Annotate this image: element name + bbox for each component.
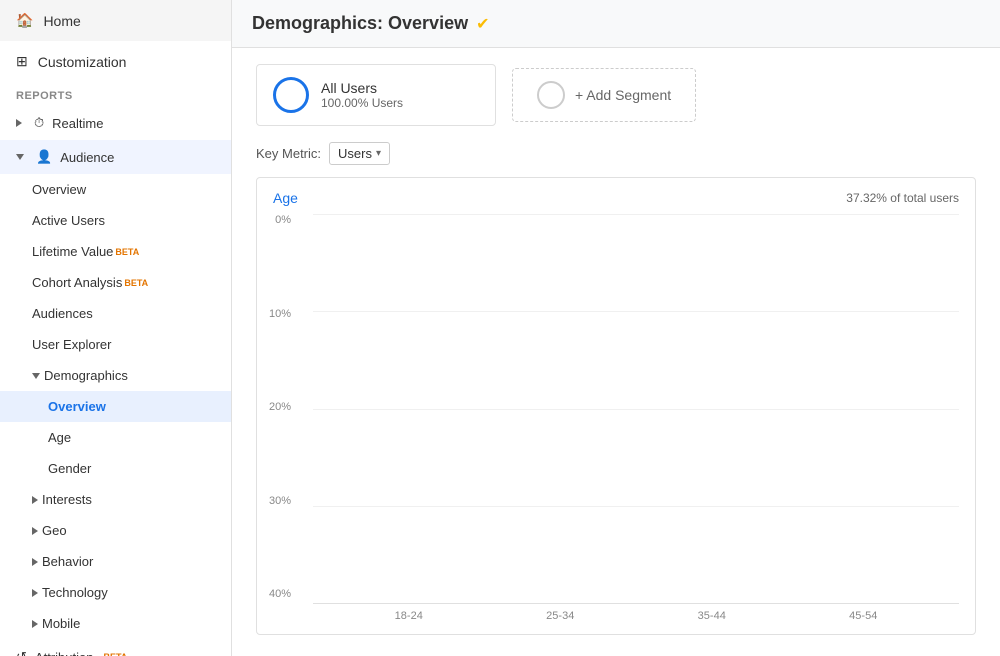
mobile-label: Mobile <box>42 616 80 631</box>
behavior-triangle-right <box>32 558 38 566</box>
triangle-right-icon <box>16 119 22 127</box>
metric-dropdown[interactable]: Users ▾ <box>329 142 390 165</box>
sidebar-item-customization[interactable]: ⊞ Customization <box>0 41 231 82</box>
page-title: Demographics: Overview <box>252 13 468 34</box>
attribution-beta-badge: BETA <box>103 652 127 656</box>
bars-container <box>313 214 959 603</box>
technology-label: Technology <box>42 585 108 600</box>
sidebar-item-realtime[interactable]: ⏱ Realtime <box>0 106 231 140</box>
sidebar-sub-item-overview[interactable]: Overview <box>0 174 231 205</box>
add-segment-label: + Add Segment <box>575 87 671 103</box>
demographics-label: Demographics <box>44 368 128 383</box>
x-label-35-44: 35-44 <box>636 610 788 622</box>
y-label-40: 40% <box>257 588 297 600</box>
segment-percent: 100.00% Users <box>321 96 403 110</box>
demo-gender-label: Gender <box>48 461 91 476</box>
audience-label: Audience <box>60 150 114 165</box>
sidebar-sub-item-lifetime-value[interactable]: Lifetime Value BETA <box>0 236 231 267</box>
y-axis: 40% 30% 20% 10% 0% <box>257 214 297 604</box>
sidebar-item-home[interactable]: 🏠 Home <box>0 0 231 41</box>
y-label-0: 0% <box>257 214 297 226</box>
sidebar-item-audience[interactable]: 👤 Audience <box>0 140 231 174</box>
dropdown-arrow-icon: ▾ <box>376 148 381 159</box>
chart-section: Age 37.32% of total users 40% 30% 20% 10… <box>256 177 976 635</box>
x-label-18-24: 18-24 <box>333 610 485 622</box>
content-area: All Users 100.00% Users + Add Segment Ke… <box>232 48 1000 656</box>
chart-container: 40% 30% 20% 10% 0% <box>257 214 975 634</box>
sidebar-sub-item-demographics[interactable]: Demographics <box>0 360 231 391</box>
add-segment-card[interactable]: + Add Segment <box>512 68 696 122</box>
lifetime-value-beta-badge: BETA <box>115 247 139 257</box>
all-users-segment-card[interactable]: All Users 100.00% Users <box>256 64 496 126</box>
sidebar-sub-item-mobile[interactable]: Mobile <box>0 608 231 639</box>
sidebar-sub-item-cohort-analysis[interactable]: Cohort Analysis BETA <box>0 267 231 298</box>
attribution-label: Attribution <box>35 650 94 656</box>
reports-label: REPORTS <box>0 82 231 106</box>
person-icon: 👤 <box>36 149 52 165</box>
y-label-20: 20% <box>257 401 297 413</box>
interests-label: Interests <box>42 492 92 507</box>
overview-label: Overview <box>32 182 86 197</box>
audiences-label: Audiences <box>32 306 93 321</box>
active-users-label: Active Users <box>32 213 105 228</box>
demo-triangle-down <box>32 373 40 379</box>
customization-label: Customization <box>38 54 127 70</box>
all-users-circle <box>273 77 309 113</box>
sidebar: 🏠 Home ⊞ Customization REPORTS ⏱ Realtim… <box>0 0 232 656</box>
interests-triangle-right <box>32 496 38 504</box>
segment-name: All Users <box>321 80 403 96</box>
y-label-10: 10% <box>257 308 297 320</box>
chart-header: Age 37.32% of total users <box>257 178 975 214</box>
segment-row: All Users 100.00% Users + Add Segment <box>256 64 976 126</box>
demo-overview-label: Overview <box>48 399 106 414</box>
sidebar-item-attribution[interactable]: ↺ Attribution BETA <box>0 639 231 656</box>
sidebar-sub-sub-item-demo-age[interactable]: Age <box>0 422 231 453</box>
y-label-30: 30% <box>257 495 297 507</box>
mobile-triangle-right <box>32 620 38 628</box>
behavior-label: Behavior <box>42 554 93 569</box>
key-metric-row: Key Metric: Users ▾ <box>256 142 976 165</box>
geo-triangle-right <box>32 527 38 535</box>
cohort-analysis-label: Cohort Analysis <box>32 275 122 290</box>
user-explorer-label: User Explorer <box>32 337 111 352</box>
chart-inner <box>313 214 959 604</box>
chart-subtitle: 37.32% of total users <box>846 191 959 205</box>
top-bar: Demographics: Overview ✔ <box>232 0 1000 48</box>
segment-info: All Users 100.00% Users <box>321 80 403 110</box>
technology-triangle-right <box>32 589 38 597</box>
sidebar-sub-sub-item-demo-gender[interactable]: Gender <box>0 453 231 484</box>
triangle-down-icon <box>16 154 24 160</box>
sidebar-sub-sub-item-demo-overview[interactable]: Overview <box>0 391 231 422</box>
refresh-icon: ↺ <box>16 649 27 656</box>
sidebar-sub-item-interests[interactable]: Interests <box>0 484 231 515</box>
main-content: Demographics: Overview ✔ All Users 100.0… <box>232 0 1000 656</box>
demo-age-label: Age <box>48 430 71 445</box>
sidebar-sub-item-behavior[interactable]: Behavior <box>0 546 231 577</box>
x-label-45-54: 45-54 <box>788 610 940 622</box>
grid-icon: ⊞ <box>16 53 28 70</box>
home-icon: 🏠 <box>16 12 33 29</box>
add-segment-circle <box>537 81 565 109</box>
geo-label: Geo <box>42 523 67 538</box>
key-metric-label: Key Metric: <box>256 146 321 161</box>
sidebar-sub-item-geo[interactable]: Geo <box>0 515 231 546</box>
cohort-beta-badge: BETA <box>124 278 148 288</box>
metric-value: Users <box>338 146 372 161</box>
home-label: Home <box>43 13 80 29</box>
shield-icon: ✔ <box>476 14 489 34</box>
chart-title: Age <box>273 190 298 206</box>
x-label-25-34: 25-34 <box>485 610 637 622</box>
clock-icon: ⏱ <box>34 115 44 131</box>
sidebar-sub-item-audiences[interactable]: Audiences <box>0 298 231 329</box>
lifetime-value-label: Lifetime Value <box>32 244 113 259</box>
x-labels: 18-24 25-34 35-44 45-54 <box>313 604 959 622</box>
realtime-label: Realtime <box>52 116 103 131</box>
sidebar-sub-item-technology[interactable]: Technology <box>0 577 231 608</box>
sidebar-sub-item-active-users[interactable]: Active Users <box>0 205 231 236</box>
sidebar-sub-item-user-explorer[interactable]: User Explorer <box>0 329 231 360</box>
